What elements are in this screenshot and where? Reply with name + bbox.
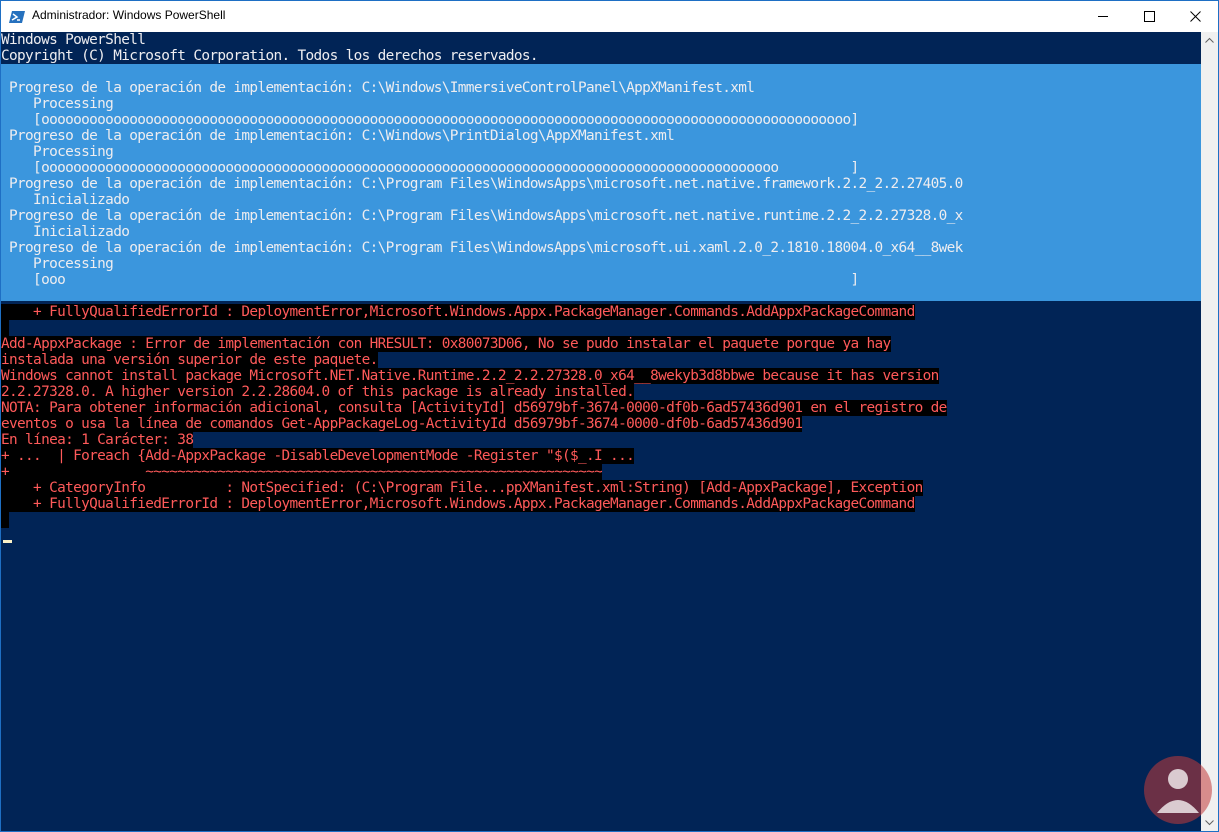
- text-cursor: [3, 540, 12, 543]
- title-bar[interactable]: Administrador: Windows PowerShell: [1, 1, 1218, 32]
- progress-line: Inicializado: [1, 224, 130, 240]
- watermark-logo: [1141, 753, 1215, 827]
- error-line: [1, 320, 10, 336]
- progress-line: [ooo ]: [1, 272, 859, 288]
- progress-line: Progreso de la operación de implementaci…: [1, 208, 963, 224]
- close-icon: [1190, 11, 1201, 22]
- error-line: Windows cannot install package Microsoft…: [1, 368, 939, 384]
- progress-line: Processing: [1, 96, 114, 112]
- error-line: En línea: 1 Carácter: 38: [1, 432, 194, 448]
- error-line: instalada una versión superior de este p…: [1, 352, 378, 368]
- progress-line: [ooooooooooooooooooooooooooooooooooooooo…: [1, 160, 859, 176]
- progress-line: Progreso de la operación de implementaci…: [1, 128, 675, 144]
- error-line: [1, 512, 10, 528]
- error-line: + ... | Foreach {Add-AppxPackage -Disabl…: [1, 448, 635, 464]
- console-area[interactable]: Windows PowerShell Copyright (C) Microso…: [1, 32, 1201, 831]
- scrollbar-thumb[interactable]: [1203, 49, 1216, 814]
- header-line: Windows PowerShell: [1, 32, 146, 48]
- progress-line: Inicializado: [1, 192, 130, 208]
- error-line: 2.2.27328.0. A higher version 2.2.28604.…: [1, 384, 635, 400]
- error-line: + CategoryInfo : NotSpecified: (C:\Progr…: [1, 480, 923, 496]
- scroll-up-button[interactable]: [1201, 32, 1218, 49]
- maximize-icon: [1144, 11, 1155, 22]
- progress-line: Progreso de la operación de implementaci…: [1, 80, 755, 96]
- minimize-icon: [1098, 16, 1108, 17]
- error-line: Add-AppxPackage : Error de implementació…: [1, 336, 891, 352]
- chevron-up-icon: [1205, 37, 1214, 43]
- window-title: Administrador: Windows PowerShell: [32, 8, 226, 22]
- minimize-button[interactable]: [1080, 1, 1126, 32]
- progress-line: Processing: [1, 256, 114, 272]
- error-line: eventos o usa la línea de comandos Get-A…: [1, 416, 803, 432]
- error-line: + ~~~~~~~~~~~~~~~~~~~~~~~~~~~~~~~~~~~~~~…: [1, 464, 603, 480]
- close-button[interactable]: [1172, 1, 1218, 32]
- error-line: + FullyQualifiedErrorId : DeploymentErro…: [1, 304, 915, 320]
- error-line: + FullyQualifiedErrorId : DeploymentErro…: [1, 496, 915, 512]
- progress-line: Progreso de la operación de implementaci…: [1, 240, 963, 256]
- progress-panel: Progreso de la operación de implementaci…: [1, 64, 1201, 301]
- progress-line: Progreso de la operación de implementaci…: [1, 176, 963, 192]
- progress-line: Processing: [1, 144, 114, 160]
- powershell-window: Administrador: Windows PowerShell Window…: [0, 0, 1219, 832]
- powershell-icon[interactable]: [9, 9, 25, 25]
- error-line: NOTA: Para obtener información adicional…: [1, 400, 947, 416]
- progress-line: [ooooooooooooooooooooooooooooooooooooooo…: [1, 112, 859, 128]
- maximize-button[interactable]: [1126, 1, 1172, 32]
- header-line: Copyright (C) Microsoft Corporation. Tod…: [1, 48, 539, 64]
- vertical-scrollbar[interactable]: [1201, 32, 1218, 831]
